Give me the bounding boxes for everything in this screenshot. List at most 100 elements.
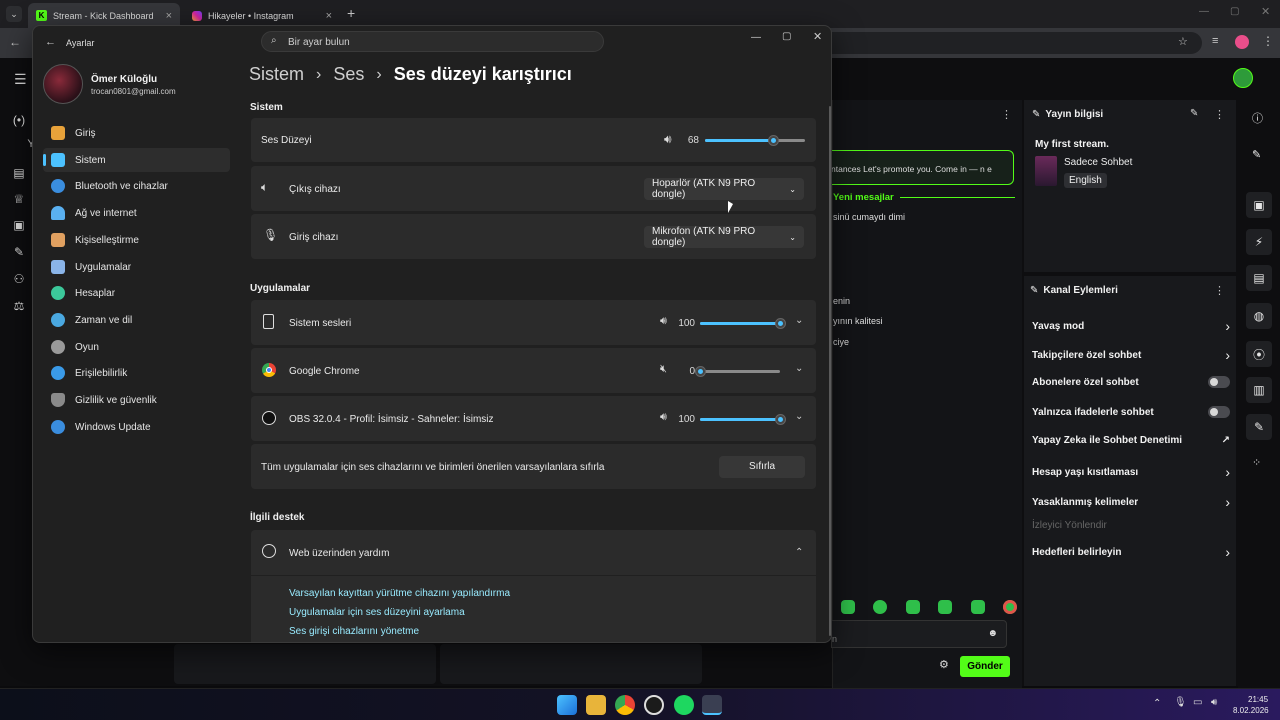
nav-item-gaming[interactable]: Oyun — [43, 335, 230, 359]
settings-taskbar-icon[interactable] — [702, 695, 722, 715]
help-link[interactable]: Varsayılan kayıttan yürütme cihazını yap… — [289, 588, 510, 599]
chat-bubble-icon[interactable]: ◍ — [1246, 303, 1272, 329]
emote-icon[interactable] — [1002, 600, 1017, 614]
file-explorer-icon[interactable] — [586, 695, 606, 715]
emote-icon[interactable] — [970, 600, 985, 614]
action-set-goals[interactable]: Hedefleri belirleyin › — [1032, 544, 1230, 560]
media-icon[interactable]: ▣ — [10, 218, 28, 236]
emote-icon[interactable] — [938, 600, 953, 614]
nav-item-personalization[interactable]: Kişiselleştirme — [43, 228, 230, 252]
back-arrow-icon[interactable]: ← — [45, 36, 56, 48]
action-account-age[interactable]: Hesap yaşı kısıtlaması › — [1032, 464, 1230, 480]
speaker-icon[interactable]: 🔊︎ — [664, 132, 672, 147]
minimize-icon[interactable]: — — [751, 32, 761, 43]
nav-item-accessibility[interactable]: Erişilebilirlik — [43, 361, 230, 385]
panel-menu-icon[interactable]: ⋮ — [1214, 284, 1225, 297]
bookmark-star-icon[interactable]: ☆ — [1178, 35, 1188, 48]
action-follower-only[interactable]: Takipçilere özel sohbet › — [1032, 347, 1230, 363]
new-tab-button[interactable]: + — [347, 5, 355, 21]
nav-item-bluetooth[interactable]: Bluetooth ve cihazlar — [43, 174, 230, 198]
speaker-muted-icon[interactable]: 🔇︎ — [660, 363, 667, 376]
spotify-icon[interactable] — [674, 695, 694, 715]
scrollbar[interactable] — [829, 106, 831, 636]
back-arrow-icon[interactable]: ← — [9, 35, 21, 49]
lightning-icon[interactable]: ⚡ — [1246, 229, 1272, 255]
tray-chevron-icon[interactable]: ⌃ — [1153, 698, 1161, 709]
action-subscriber-only[interactable]: Abonelere özel sohbet — [1032, 376, 1230, 388]
app-volume-slider[interactable] — [700, 318, 786, 329]
emoji-icon[interactable]: ☻ — [987, 628, 998, 639]
nav-item-time-language[interactable]: Zaman ve dil — [43, 308, 230, 332]
search-input[interactable]: ⌕ Bir ayar bulun — [261, 31, 604, 52]
network-tray-icon[interactable]: ▭ — [1193, 697, 1202, 708]
stream-live-icon[interactable]: (•) — [10, 113, 28, 131]
close-window-icon[interactable]: ✕ — [1261, 5, 1270, 18]
browser-menu-icon[interactable]: ⋮ — [1262, 34, 1274, 48]
analytics-icon[interactable]: ▤ — [10, 166, 28, 184]
help-link[interactable]: Uygulamalar için ses düzeyini ayarlama — [289, 607, 465, 618]
clock-time[interactable]: 21:45 — [1248, 695, 1268, 704]
profile-avatar[interactable] — [1235, 35, 1249, 49]
help-link[interactable]: Ses girişi cihazlarını yönetme — [289, 626, 419, 637]
speaker-icon[interactable]: 🔊︎ — [660, 315, 667, 328]
notes-icon[interactable]: ▤ — [1246, 265, 1272, 291]
slider-thumb[interactable] — [768, 135, 779, 146]
clock-date[interactable]: 8.02.2026 — [1233, 706, 1269, 715]
obs-taskbar-icon[interactable] — [644, 695, 664, 715]
chevron-up-icon[interactable]: ⌃ — [795, 547, 803, 558]
action-emote-only[interactable]: Yalnızca ifadelerle sohbet — [1032, 406, 1230, 418]
minimize-window-icon[interactable]: — — [1199, 6, 1209, 17]
kick-user-avatar[interactable] — [1233, 68, 1253, 88]
input-device-dropdown[interactable]: Mikrofon (ATK N9 PRO dongle) ⌄ — [644, 226, 804, 248]
close-tab-icon[interactable]: × — [326, 10, 332, 22]
microphone-tray-icon[interactable]: 🎙︎ — [1174, 697, 1187, 708]
start-icon[interactable] — [557, 695, 577, 715]
expand-chevron-icon[interactable]: ⌄ — [795, 411, 803, 422]
slider-thumb[interactable] — [775, 414, 786, 425]
clip-icon[interactable]: ▣ — [1246, 192, 1272, 218]
send-button[interactable]: Gönder — [960, 656, 1010, 677]
emote-icon[interactable] — [841, 600, 855, 614]
chat-input[interactable]: n ☻ — [831, 620, 1007, 648]
expand-chevron-icon[interactable]: ⌄ — [795, 363, 803, 374]
nav-item-windows-update[interactable]: Windows Update — [43, 415, 230, 439]
app-volume-slider[interactable] — [695, 366, 780, 377]
wrench-icon[interactable]: ✎ — [1246, 414, 1272, 440]
nav-item-apps[interactable]: Uygulamalar — [43, 255, 230, 279]
action-ai-moderation[interactable]: Yapay Zeka ile Sohbet Denetimi ↗ — [1032, 435, 1230, 446]
web-help-header[interactable]: Web üzerinden yardım ⌃ — [251, 530, 816, 575]
toggle-switch[interactable] — [1208, 406, 1230, 418]
breadcrumb-sound[interactable]: Ses — [333, 64, 364, 85]
breadcrumb-system[interactable]: Sistem — [249, 64, 304, 85]
layout-icon[interactable]: ▥ — [1246, 377, 1272, 403]
panel-menu-icon[interactable]: ⋮ — [1214, 108, 1225, 121]
tab-list-button[interactable]: ⌄ — [6, 6, 22, 22]
toggle-switch[interactable] — [1208, 376, 1230, 388]
slider-thumb[interactable] — [775, 318, 786, 329]
nav-item-home[interactable]: Giriş — [43, 121, 230, 145]
slider-thumb[interactable] — [695, 366, 706, 377]
pencil-icon[interactable]: ✎ — [1252, 148, 1261, 161]
chrome-taskbar-icon[interactable] — [615, 695, 635, 715]
maximize-window-icon[interactable]: ▢ — [1230, 6, 1239, 17]
close-tab-icon[interactable]: × — [166, 10, 172, 22]
user-avatar[interactable] — [43, 64, 83, 104]
media-control-icon[interactable]: ≡ — [1212, 35, 1218, 47]
nav-item-privacy[interactable]: Gizlilik ve güvenlik — [43, 388, 230, 412]
info-icon[interactable]: ⓘ — [1252, 110, 1263, 126]
chat-menu-icon[interactable]: ⋮ — [1001, 108, 1012, 121]
hamburger-menu-icon[interactable]: ☰ — [14, 71, 27, 88]
trophy-icon[interactable]: ♕ — [10, 192, 28, 210]
action-slow-mode[interactable]: Yavaş mod › — [1032, 318, 1230, 334]
output-device-dropdown[interactable]: Hoparlör (ATK N9 PRO dongle) ⌄ — [644, 178, 804, 200]
dashboard-icon[interactable]: ⚖ — [10, 299, 28, 317]
close-icon[interactable]: ✕ — [813, 30, 822, 43]
edit-icon[interactable]: ✎ — [1190, 108, 1198, 119]
address-bar[interactable] — [832, 32, 1202, 54]
wrench-icon[interactable]: ✎ — [10, 245, 28, 263]
nav-item-system[interactable]: Sistem — [43, 148, 230, 172]
nav-item-accounts[interactable]: Hesaplar — [43, 281, 230, 305]
volume-tray-icon[interactable]: 🔊︎ — [1211, 697, 1217, 708]
emote-icon[interactable] — [873, 600, 888, 614]
emote-icon[interactable] — [905, 600, 920, 614]
